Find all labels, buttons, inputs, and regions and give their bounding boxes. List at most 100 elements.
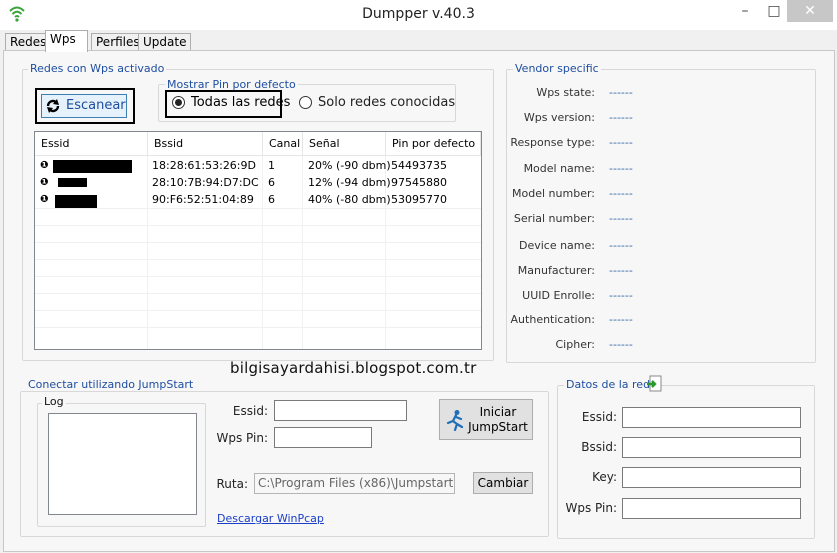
grid-hline <box>35 310 481 311</box>
radio-known-label[interactable]: Solo redes conocidas <box>318 95 455 110</box>
grid-hline <box>35 293 481 294</box>
ruta-input[interactable]: C:\Program Files (x86)\Jumpstart <box>254 473 455 494</box>
row-senal: 12% (-94 dbm) <box>308 176 391 189</box>
radio-all[interactable] <box>172 96 185 109</box>
vendor-manufacturer-value: ------ <box>609 264 633 277</box>
start-jumpstart-line1: Iniciar <box>479 405 517 419</box>
red-essid-label: Essid: <box>581 410 617 424</box>
vendor-wps-state-value: ------ <box>609 86 633 99</box>
datos-red-group-label: Datos de la red <box>564 378 653 391</box>
table-row[interactable]: ❶ 90:F6:52:51:04:89 6 40% (-80 dbm) 5309… <box>35 191 481 208</box>
minimize-button[interactable]: – <box>730 0 760 22</box>
grid-hline <box>35 259 481 260</box>
vendor-device-name-value: ------ <box>609 239 633 252</box>
red-bssid-input[interactable] <box>622 437 801 458</box>
vendor-uuid-value: ------ <box>609 289 633 302</box>
row-pin: 54493735 <box>391 159 447 172</box>
vendor-response-type-value: ------ <box>609 136 633 149</box>
vendor-wps-version-label: Wps version: <box>523 111 595 124</box>
js-essid-input[interactable] <box>274 400 407 421</box>
vendor-serial-number-label: Serial number: <box>513 212 595 225</box>
vendor-wps-state-label: Wps state: <box>536 86 595 99</box>
red-key-label: Key: <box>592 470 617 484</box>
grid-hline <box>35 327 481 328</box>
tab-wps[interactable]: Wps <box>45 30 88 52</box>
row-senal: 40% (-80 dbm) <box>308 193 391 206</box>
js-wpspin-input[interactable] <box>274 427 372 448</box>
tab-perfiles[interactable]: Perfiles <box>91 33 145 51</box>
col-senal[interactable]: Señal <box>303 132 386 156</box>
red-wpspin-label: Wps Pin: <box>565 501 617 515</box>
vendor-wps-version-value: ------ <box>609 111 633 124</box>
lock-icon: ❶ <box>40 194 49 205</box>
col-canal[interactable]: Canal <box>263 132 303 156</box>
row-bssid: 18:28:61:53:26:9D <box>152 159 256 172</box>
grid-hline <box>35 242 481 243</box>
row-canal: 6 <box>268 176 275 189</box>
col-pin[interactable]: Pin por defecto <box>386 132 481 156</box>
vendor-device-name-label: Device name: <box>518 239 595 252</box>
table-row[interactable]: ❶ 28:10:7B:94:D7:DC 6 12% (-94 dbm) 9754… <box>35 174 481 191</box>
vendor-uuid-label: UUID Enrolle: <box>522 289 595 302</box>
row-pin: 97545880 <box>391 176 447 189</box>
grid-hline <box>35 208 481 209</box>
cambiar-button[interactable]: Cambiar <box>473 472 533 494</box>
js-essid-label: Essid: <box>232 404 268 418</box>
vendor-model-number-label: Model number: <box>512 187 595 200</box>
red-bssid-label: Bssid: <box>581 440 617 454</box>
vendor-model-number-value: ------ <box>609 187 633 200</box>
networks-table[interactable]: Essid Bssid Canal Señal Pin por defecto … <box>34 131 482 350</box>
col-essid[interactable]: Essid <box>35 132 148 156</box>
row-canal: 6 <box>268 193 275 206</box>
tab-update[interactable]: Update <box>138 33 192 51</box>
vendor-manufacturer-label: Manufacturer: <box>517 264 595 277</box>
jumpstart-running-icon <box>446 410 464 431</box>
radio-known[interactable] <box>299 96 312 109</box>
log-group-label: Log <box>42 395 66 408</box>
table-row[interactable]: ❶ 18:28:61:53:26:9D 1 20% (-90 dbm) 5449… <box>35 157 481 174</box>
redacted-essid <box>55 195 97 208</box>
vendor-group-label: Vendor specific <box>513 62 601 75</box>
scan-button[interactable]: Escanear <box>41 94 127 118</box>
redacted-essid <box>58 178 87 187</box>
col-bssid[interactable]: Bssid <box>148 132 263 156</box>
vendor-serial-number-value: ------ <box>609 212 633 225</box>
lock-icon: ❶ <box>40 177 49 188</box>
jumpstart-group-label: Conectar utilizando JumpStart <box>26 378 196 391</box>
red-key-input[interactable] <box>622 467 801 488</box>
download-winpcap-link[interactable]: Descargar WinPcap <box>217 512 324 525</box>
row-bssid: 90:F6:52:51:04:89 <box>152 193 254 206</box>
ruta-label: Ruta: <box>216 477 248 491</box>
row-senal: 20% (-90 dbm) <box>308 159 391 172</box>
red-essid-input[interactable] <box>622 407 801 428</box>
vendor-cipher-value: ------ <box>609 338 633 351</box>
maximize-button[interactable]: □ <box>759 0 789 22</box>
start-jumpstart-line2: JumpStart <box>468 420 528 434</box>
vendor-authentication-value: ------ <box>609 313 633 326</box>
wps-networks-group-label: Redes con Wps activado <box>28 62 167 75</box>
export-icon[interactable] <box>646 375 664 393</box>
watermark-text: bilgisayardahisi.blogspot.com.tr <box>230 359 477 377</box>
red-wpspin-input[interactable] <box>622 498 801 519</box>
refresh-icon <box>46 99 60 113</box>
log-textarea[interactable] <box>48 413 197 515</box>
js-wpspin-label: Wps Pin: <box>216 431 268 445</box>
row-pin: 53095770 <box>391 193 447 206</box>
vendor-model-name-label: Model name: <box>523 162 595 175</box>
row-canal: 1 <box>268 159 275 172</box>
vendor-cipher-label: Cipher: <box>555 338 596 351</box>
lock-icon: ❶ <box>40 160 49 171</box>
vendor-response-type-label: Response type: <box>510 136 595 149</box>
row-bssid: 28:10:7B:94:D7:DC <box>152 176 259 189</box>
scan-button-label: Escanear <box>66 98 126 113</box>
redacted-essid <box>53 160 132 173</box>
radio-all-label[interactable]: Todas las redes <box>191 95 290 110</box>
radio-all-dot <box>175 99 182 106</box>
start-jumpstart-button[interactable]: Iniciar JumpStart <box>439 399 533 440</box>
close-button[interactable]: ✕ <box>787 0 833 22</box>
window-title: Dumpper v.40.3 <box>362 6 475 22</box>
grid-hline <box>35 225 481 226</box>
grid-hline <box>35 276 481 277</box>
vendor-model-name-value: ------ <box>609 162 633 175</box>
vendor-authentication-label: Authentication: <box>510 313 595 326</box>
